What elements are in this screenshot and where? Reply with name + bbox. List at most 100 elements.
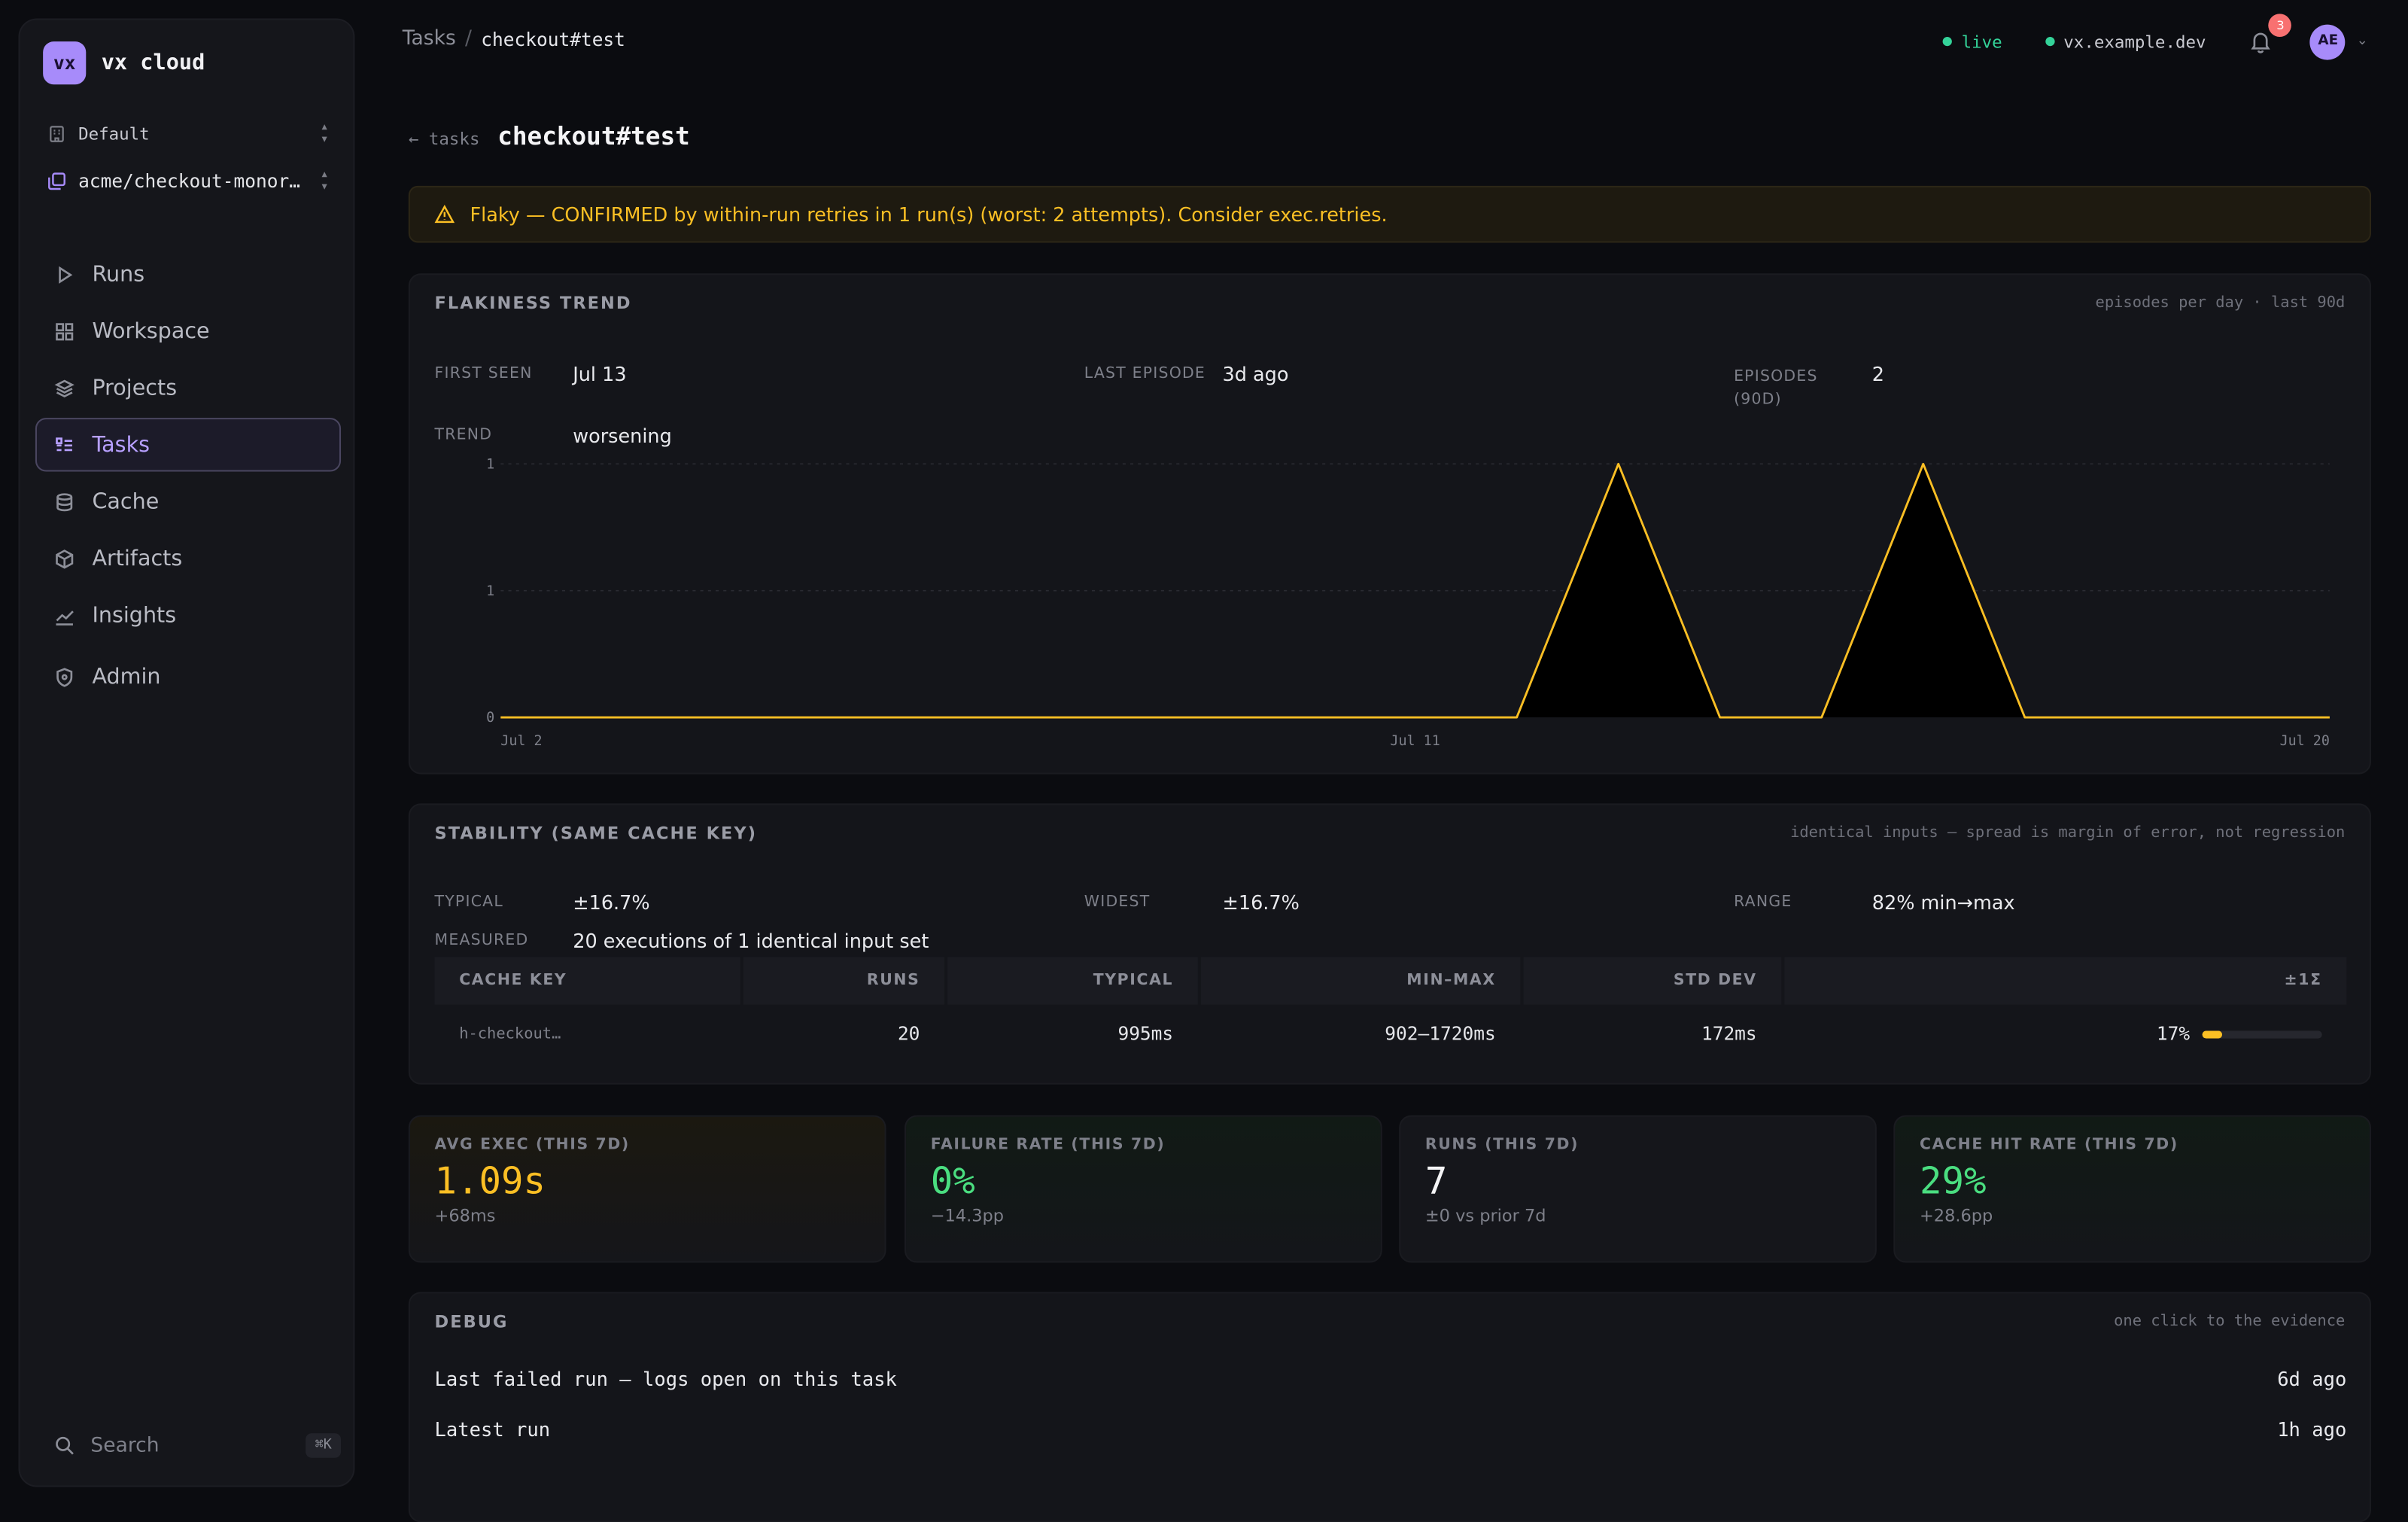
debug-link-label: Last failed run — logs open on this task: [434, 1367, 897, 1390]
search-shortcut: ⌘K: [306, 1433, 342, 1458]
x-tick-label: Jul 2: [500, 733, 542, 749]
grid-icon: [53, 321, 75, 342]
building-icon: [47, 124, 65, 142]
sidebar-item-runs[interactable]: Runs: [35, 248, 341, 301]
debug-link-last-failed[interactable]: Last failed run — logs open on this task…: [435, 1367, 2347, 1390]
widest-value: ±16.7%: [1222, 890, 1300, 915]
notification-badge: 3: [2269, 14, 2292, 37]
kpi-label: FAILURE RATE (THIS 7D): [930, 1137, 1166, 1154]
sidebar-item-label: Projects: [92, 375, 178, 400]
kpi-cache-hit-rate: CACHE HIT RATE (THIS 7D) 29% +28.6pp: [1893, 1115, 2371, 1263]
layers-icon: [53, 377, 75, 399]
kpi-runs: RUNS (THIS 7D) 7 ±0 vs prior 7d: [1399, 1115, 1877, 1263]
package-icon: [53, 548, 75, 570]
y-tick-label: 1: [486, 583, 494, 599]
app-name: vx cloud: [101, 50, 205, 75]
kpi-value: 1.09s: [434, 1159, 546, 1203]
flaky-alert: Flaky — CONFIRMED by within-run retries …: [408, 185, 2371, 243]
y-tick-label: 1: [486, 456, 494, 472]
kpi-delta: +68ms: [434, 1206, 496, 1226]
widest-label: WIDEST: [1084, 893, 1151, 912]
repo-name: acme/checkout-monor…: [78, 170, 300, 193]
sidebar-item-label: Artifacts: [92, 546, 183, 571]
chart-icon: [53, 604, 75, 626]
breadcrumb-root[interactable]: Tasks: [403, 28, 456, 51]
card-note: one click to the evidence: [2114, 1313, 2346, 1331]
range-value: 82% min→max: [1871, 890, 2015, 915]
kpi-value: 7: [1424, 1159, 1448, 1203]
host-status[interactable]: vx.example.dev: [2045, 32, 2206, 51]
header-actions: live vx.example.dev 3 AE ⌄: [1943, 14, 2368, 62]
alert-text: Flaky — CONFIRMED by within-run retries …: [470, 202, 1388, 226]
x-tick-label: Jul 20: [2280, 733, 2330, 749]
column-header[interactable]: CACHE KEY: [434, 957, 740, 1005]
spread-value: 17%: [2156, 1023, 2191, 1045]
column-header[interactable]: MIN–MAX: [1200, 957, 1521, 1005]
typical-label: TYPICAL: [434, 893, 503, 912]
table-header: CACHE KEY RUNS TYPICAL MIN–MAX STD DEV ±…: [434, 957, 2347, 1005]
sidebar-item-artifacts[interactable]: Artifacts: [35, 531, 341, 585]
sidebar-item-label: Insights: [92, 603, 177, 628]
stability-card: STABILITY (SAME CACHE KEY) identical inp…: [408, 803, 2371, 1085]
kpi-value: 29%: [1920, 1159, 1987, 1203]
range-label: RANGE: [1734, 893, 1792, 912]
column-header[interactable]: RUNS: [743, 957, 945, 1005]
breadcrumb: Tasks / checkout#test: [403, 28, 625, 51]
kpi-value: 0%: [930, 1159, 975, 1203]
flakiness-trend-card: FLAKINESS TREND episodes per day · last …: [408, 273, 2371, 775]
live-dot-icon: [1943, 36, 1953, 47]
kpi-label: AVG EXEC (THIS 7D): [434, 1137, 630, 1154]
sidebar-item-insights[interactable]: Insights: [35, 589, 341, 642]
cache-key-cell[interactable]: h-checkout…: [435, 1006, 740, 1061]
debug-link-latest-run[interactable]: Latest run 1h ago: [435, 1418, 2347, 1441]
live-label: live: [1961, 31, 2002, 52]
avatar[interactable]: AE: [2310, 23, 2346, 59]
column-header[interactable]: TYPICAL: [947, 957, 1198, 1005]
kpi-failure-rate: FAILURE RATE (THIS 7D) 0% −14.3pp: [905, 1115, 1382, 1263]
chevron-down-icon[interactable]: ⌄: [2357, 34, 2368, 49]
database-icon: [53, 491, 75, 513]
column-header[interactable]: ±1Σ: [1784, 957, 2347, 1005]
minmax-cell: 902–1720ms: [1385, 1023, 1496, 1045]
brand[interactable]: vx vx cloud: [43, 41, 205, 85]
live-status: live: [1943, 31, 2002, 52]
typical-cell: 995ms: [1117, 1023, 1174, 1045]
kpi-label: RUNS (THIS 7D): [1424, 1137, 1579, 1154]
kpi-delta: −14.3pp: [930, 1206, 1005, 1226]
sidebar: vx vx cloud Default ▴ ▾ acme/checkout-mon…: [18, 18, 355, 1487]
kpi-avg-exec: AVG EXEC (THIS 7D) 1.09s +68ms: [408, 1115, 886, 1263]
list-icon: [53, 434, 75, 456]
sidebar-item-tasks[interactable]: Tasks: [35, 418, 342, 472]
sidebar-item-projects[interactable]: Projects: [35, 361, 341, 415]
app-root: vx vx cloud Default ▴ ▾ acme/checkout-mon…: [0, 0, 2408, 1522]
measured-value: 20 executions of 1 identical input set: [573, 929, 929, 953]
breadcrumb-current: checkout#test: [481, 28, 625, 50]
workspace-name: Default: [78, 123, 150, 144]
workspace-switcher[interactable]: Default ▴ ▾: [47, 120, 329, 148]
sidebar-item-cache[interactable]: Cache: [35, 475, 341, 528]
table-row[interactable]: h-checkout… 20 995ms 902–1720ms 172ms 17…: [435, 1006, 2347, 1061]
sidebar-item-label: Cache: [92, 489, 160, 514]
measured-label: MEASURED: [434, 932, 529, 950]
host-dot-icon: [2045, 36, 2055, 47]
notifications-button[interactable]: 3: [2249, 14, 2292, 54]
kpi-delta: ±0 vs prior 7d: [1424, 1206, 1546, 1226]
search-icon: [53, 1435, 75, 1457]
bell-icon: [2251, 32, 2271, 53]
search-label: Search: [90, 1434, 160, 1457]
runs-cell: 20: [897, 1023, 920, 1045]
card-title: STABILITY (SAME CACHE KEY): [434, 823, 758, 844]
column-header[interactable]: STD DEV: [1523, 957, 1782, 1005]
breadcrumb-separator: /: [465, 27, 473, 51]
kpi-delta: +28.6pp: [1920, 1206, 1993, 1226]
repo-switcher[interactable]: acme/checkout-monor… ▴ ▾: [47, 168, 329, 194]
x-tick-label: Jul 11: [1390, 733, 1440, 749]
selector-icon: ▴ ▾: [320, 120, 329, 148]
typical-value: ±16.7%: [573, 890, 650, 915]
back-link[interactable]: ← tasks: [409, 129, 480, 149]
stability-table: CACHE KEY RUNS TYPICAL MIN–MAX STD DEV ±…: [434, 957, 2347, 1061]
sidebar-item-admin[interactable]: Admin: [35, 650, 341, 703]
debug-link-time: 1h ago: [2277, 1417, 2347, 1441]
search-button[interactable]: Search ⌘K: [53, 1430, 342, 1461]
sidebar-item-workspace[interactable]: Workspace: [35, 304, 341, 358]
